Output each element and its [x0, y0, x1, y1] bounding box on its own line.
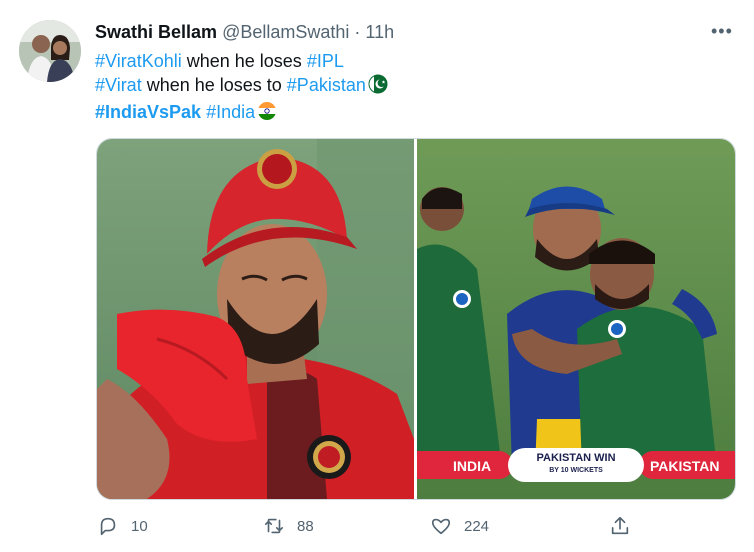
banner-detail: BY 10 WICKETS: [549, 467, 603, 474]
tweet-text: #ViratKohli when he loses #IPL #Virat wh…: [95, 49, 388, 127]
india-flag-icon: [257, 101, 277, 127]
retweet-count: 88: [297, 517, 314, 535]
photo-virat-ipl: [97, 139, 414, 499]
share-button[interactable]: [609, 515, 631, 537]
separator: ·: [354, 22, 361, 42]
reply-button[interactable]: 10: [97, 515, 148, 537]
reply-count: 10: [131, 517, 148, 535]
author-name[interactable]: Swathi Bellam: [95, 22, 217, 42]
avatar[interactable]: [19, 20, 81, 82]
like-button[interactable]: 224: [430, 515, 489, 537]
reply-icon: [100, 517, 116, 536]
avatar-image: [19, 20, 81, 82]
tweet-media[interactable]: INDIA PAKISTAN PAKISTAN WIN BY 10 WICKET…: [96, 138, 736, 500]
author-handle[interactable]: @BellamSwathi: [222, 22, 349, 42]
share-icon: [611, 516, 629, 535]
score-banner: INDIA PAKISTAN PAKISTAN WIN BY 10 WICKET…: [417, 447, 735, 483]
tweet-text-segment: when he loses to: [141, 75, 287, 95]
banner-pakistan: PAKISTAN: [650, 458, 720, 474]
tweet-time[interactable]: 11h: [365, 22, 394, 42]
photo-india-vs-pakistan: [417, 139, 735, 499]
retweet-button[interactable]: 88: [263, 515, 314, 537]
hashtag-viratkohli[interactable]: #ViratKohli: [95, 51, 182, 71]
hashtag-virat[interactable]: #Virat: [95, 75, 142, 95]
hashtag-indiavspak[interactable]: #IndiaVsPak: [95, 102, 201, 122]
media-photo-right[interactable]: INDIA PAKISTAN PAKISTAN WIN BY 10 WICKET…: [417, 139, 735, 499]
hashtag-ipl[interactable]: #IPL: [307, 51, 344, 71]
banner-result: PAKISTAN WIN: [536, 452, 616, 464]
tweet-line-3: #IndiaVsPak #India: [95, 100, 388, 127]
banner-india: INDIA: [453, 458, 492, 474]
tweet-text-segment: when he loses: [181, 51, 307, 71]
pakistan-flag-icon: [368, 74, 388, 100]
tweet-line-1: #ViratKohli when he loses #IPL: [95, 49, 388, 73]
media-photo-left[interactable]: [97, 139, 414, 499]
retweet-icon: [264, 518, 284, 534]
tweet-line-2: #Virat when he loses to #Pakistan: [95, 73, 388, 100]
tweet-header: Swathi Bellam @BellamSwathi · 11h: [95, 20, 394, 44]
tweet-actions: 10 88 224: [0, 515, 754, 539]
like-count: 224: [464, 517, 490, 535]
heart-icon: [431, 518, 451, 535]
more-horizontal-icon[interactable]: •••: [711, 22, 733, 40]
hashtag-india[interactable]: #India: [206, 102, 255, 122]
tweet[interactable]: Swathi Bellam @BellamSwathi · 11h ••• #V…: [0, 0, 754, 552]
hashtag-pakistan[interactable]: #Pakistan: [287, 75, 366, 95]
